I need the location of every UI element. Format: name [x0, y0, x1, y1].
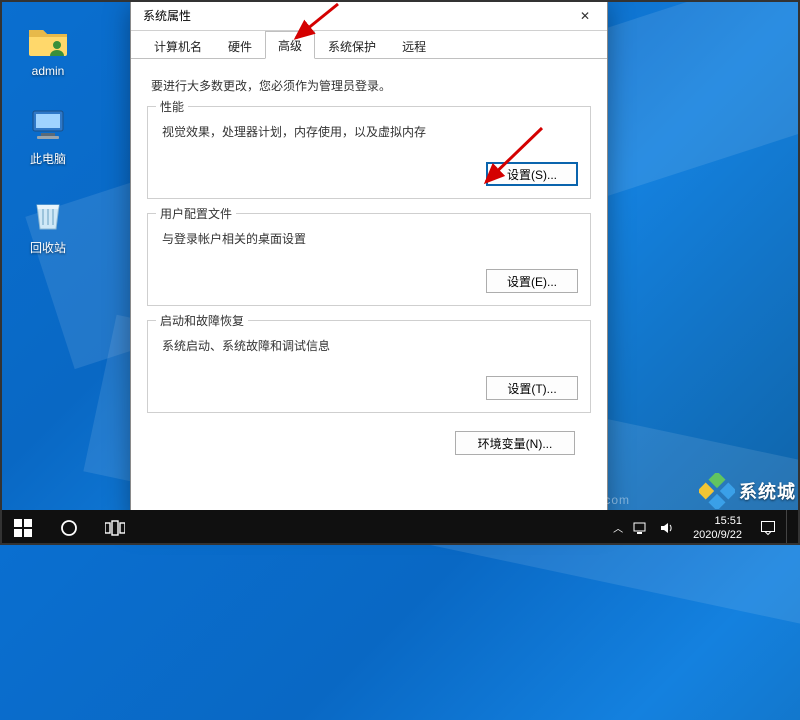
tab-systemprotection[interactable]: 系统保护 — [315, 32, 389, 59]
show-desktop-button[interactable] — [786, 510, 792, 545]
taskview-icon — [105, 520, 125, 536]
taskview-button[interactable] — [92, 510, 138, 545]
computer-icon — [27, 104, 69, 146]
tray-chevron-up-icon[interactable]: ︿ — [613, 520, 623, 535]
recyclebin-icon — [27, 193, 69, 235]
environment-variables-button[interactable]: 环境变量(N)... — [455, 431, 575, 455]
admin-hint: 要进行大多数更改，您必须作为管理员登录。 — [151, 77, 591, 94]
desktop-icons: admin 此电脑 回收站 — [18, 18, 78, 256]
dialog-tabs: 计算机名 硬件 高级 系统保护 远程 — [131, 31, 607, 59]
volume-icon[interactable] — [659, 521, 675, 535]
cortana-button[interactable] — [46, 510, 92, 545]
circle-icon — [60, 519, 78, 537]
group-user-profiles: 用户配置文件 与登录帐户相关的桌面设置 设置(E)... — [147, 213, 591, 306]
dialog-title: 系统属性 — [143, 7, 191, 24]
network-icon[interactable] — [633, 521, 649, 535]
group-legend: 性能 — [156, 98, 188, 115]
startup-settings-button[interactable]: 设置(T)... — [486, 376, 578, 400]
close-icon: ✕ — [580, 9, 590, 23]
tab-remote[interactable]: 远程 — [389, 32, 439, 59]
taskbar: ︿ 15:51 2020/9/22 — [0, 510, 800, 545]
action-center-icon[interactable] — [760, 520, 776, 536]
dialog-body: 要进行大多数更改，您必须作为管理员登录。 性能 视觉效果，处理器计划，内存使用，… — [131, 59, 607, 467]
group-desc: 与登录帐户相关的桌面设置 — [162, 230, 578, 247]
desktop-icon-label: 此电脑 — [30, 150, 66, 167]
group-desc: 系统启动、系统故障和调试信息 — [162, 337, 578, 354]
watermark-faint: neng.com — [569, 493, 630, 507]
taskbar-clock[interactable]: 15:51 2020/9/22 — [685, 514, 750, 542]
group-performance: 性能 视觉效果，处理器计划，内存使用，以及虚拟内存 设置(S)... — [147, 106, 591, 199]
watermark-brand: 系统城 — [699, 473, 796, 509]
group-desc: 视觉效果，处理器计划，内存使用，以及虚拟内存 — [162, 123, 578, 140]
system-tray: ︿ 15:51 2020/9/22 — [613, 510, 800, 545]
desktop-icon-label: 回收站 — [30, 239, 66, 256]
desktop-icon-user[interactable]: admin — [18, 18, 78, 78]
desktop-icon-thispc[interactable]: 此电脑 — [18, 104, 78, 167]
tab-hardware[interactable]: 硬件 — [215, 32, 265, 59]
group-legend: 用户配置文件 — [156, 205, 236, 222]
dialog-titlebar[interactable]: 系统属性 ✕ — [131, 1, 607, 31]
user-folder-icon — [27, 18, 69, 60]
desktop-icon-label: admin — [32, 64, 65, 78]
system-properties-dialog: 系统属性 ✕ 计算机名 硬件 高级 系统保护 远程 要进行大多数更改，您必须作为… — [130, 0, 608, 520]
tab-computername[interactable]: 计算机名 — [141, 32, 215, 59]
performance-settings-button[interactable]: 设置(S)... — [486, 162, 578, 186]
group-legend: 启动和故障恢复 — [156, 312, 248, 329]
close-button[interactable]: ✕ — [563, 1, 607, 31]
brand-logo-icon — [699, 473, 735, 509]
profiles-settings-button[interactable]: 设置(E)... — [486, 269, 578, 293]
desktop-icon-recyclebin[interactable]: 回收站 — [18, 193, 78, 256]
group-startup-recovery: 启动和故障恢复 系统启动、系统故障和调试信息 设置(T)... — [147, 320, 591, 413]
tab-advanced[interactable]: 高级 — [265, 31, 315, 59]
start-button[interactable] — [0, 510, 46, 545]
windows-logo-icon — [14, 519, 32, 537]
